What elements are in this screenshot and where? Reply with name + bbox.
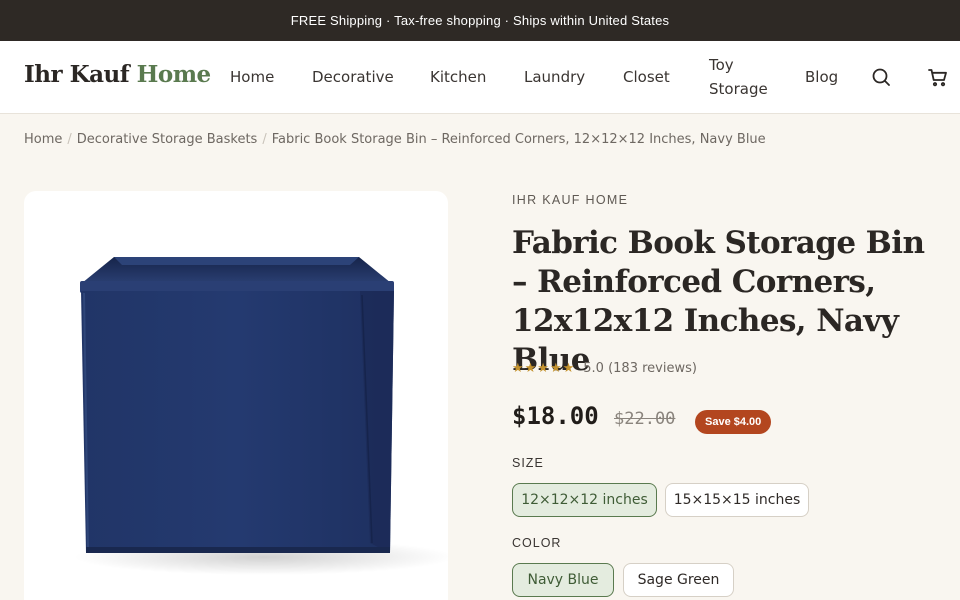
nav-blog[interactable]: Blog [805,65,838,89]
nav-closet[interactable]: Closet [623,65,670,89]
nav-laundry[interactable]: Laundry [524,65,585,89]
cart-icon[interactable] [926,65,950,89]
color-option-label: COLOR [512,536,562,550]
breadcrumb: Home / Decorative Storage Baskets / Fabric B… [24,132,766,147]
nav-decorative[interactable]: Decorative [312,65,394,89]
product-title: Fabric Book Storage Bin – Reinforced Cor… [512,225,925,378]
star-rating-icon: ★★★★★ [512,361,576,376]
product-vendor[interactable]: IHR KAUF HOME [512,193,628,207]
nav-kitchen[interactable]: Kitchen [430,65,486,89]
size-option-15[interactable]: 15×15×15 inches [665,483,809,517]
nav-toy-storage[interactable]: Toy Storage [709,53,769,101]
product-price: $18.00 [512,402,599,430]
color-option-sage-green[interactable]: Sage Green [623,563,734,597]
savings-badge: Save $4.00 [695,410,772,434]
product-image-card[interactable] [24,191,448,600]
breadcrumb-separator: / [262,132,267,147]
announcement-bar: FREE Shipping · Tax-free shopping · Ship… [0,0,960,41]
rating-summary: 5.0 (183 reviews) [583,361,697,376]
compare-at-price: $22.00 [614,409,676,429]
site-header: Ihr Kauf Home Home Decorative Kitchen La… [0,41,960,114]
breadcrumb-home[interactable]: Home [24,132,62,147]
site-logo[interactable]: Ihr Kauf Home [24,61,211,88]
product-rating[interactable]: ★★★★★ 5.0 (183 reviews) [512,361,697,376]
announcement-text: FREE Shipping · Tax-free shopping · Ship… [290,13,670,28]
product-image-storage-bin [74,257,448,575]
size-option-12[interactable]: 12×12×12 inches [512,483,657,517]
size-option-label: SIZE [512,456,544,470]
nav-home[interactable]: Home [230,65,274,89]
logo-text-primary: Ihr Kauf [24,61,130,88]
color-option-navy-blue[interactable]: Navy Blue [512,563,614,597]
logo-text-accent: Home [136,61,212,88]
breadcrumb-separator: / [67,132,72,147]
breadcrumb-current: Fabric Book Storage Bin – Reinforced Cor… [271,132,766,147]
breadcrumb-category[interactable]: Decorative Storage Baskets [77,132,258,147]
search-icon[interactable] [869,65,893,89]
